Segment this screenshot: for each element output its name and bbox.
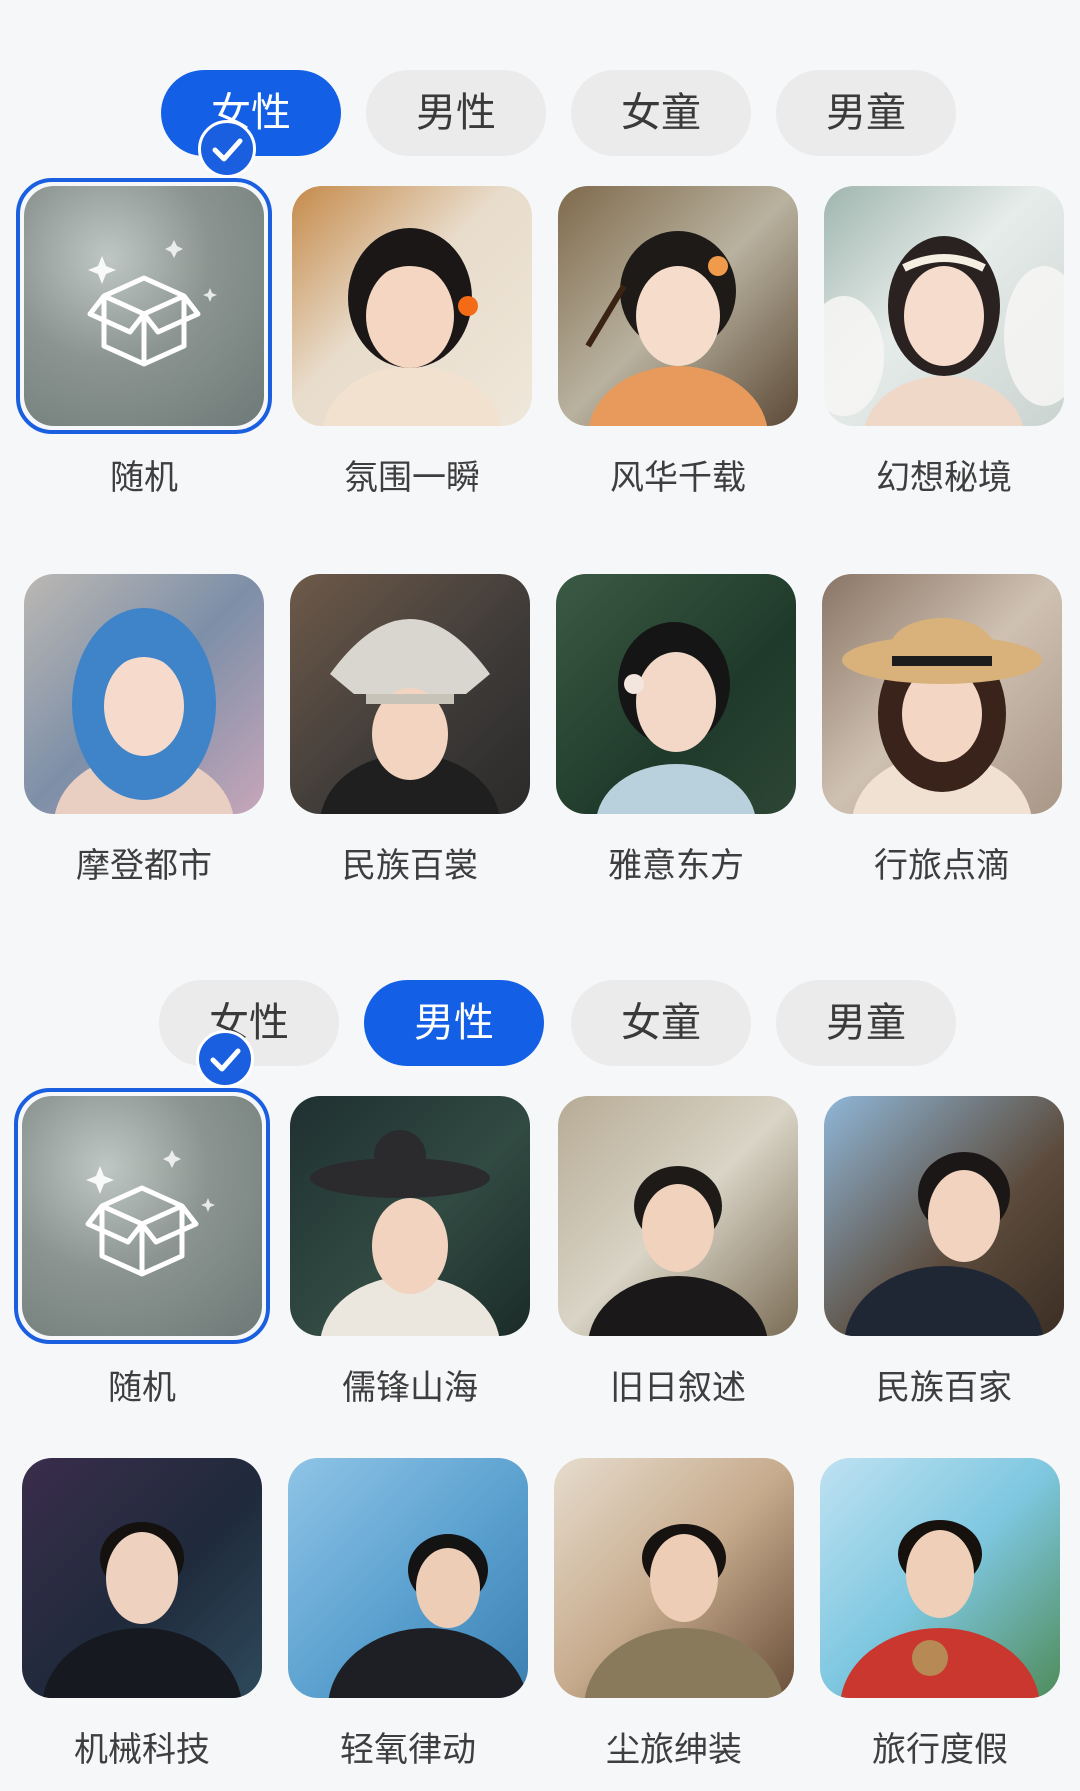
- style-label: 氛围一瞬: [344, 458, 480, 498]
- gender-tabs: 女性 男性 女童 男童: [0, 980, 1080, 1066]
- selected-frame: [14, 1088, 270, 1344]
- style-thumbnail: [554, 1458, 794, 1698]
- style-thumbnail: [558, 1096, 798, 1336]
- style-label: 随机: [110, 458, 178, 498]
- style-label: 民族百家: [876, 1368, 1012, 1408]
- style-thumbnail: [290, 574, 530, 814]
- style-label: 尘旅绅装: [606, 1730, 742, 1770]
- tab-male[interactable]: 男性: [364, 980, 544, 1066]
- tab-boy[interactable]: 男童: [776, 70, 956, 156]
- style-label: 儒锋山海: [342, 1368, 478, 1408]
- style-label: 摩登都市: [76, 846, 212, 886]
- style-label: 幻想秘境: [876, 458, 1012, 498]
- tab-girl[interactable]: 女童: [571, 980, 751, 1066]
- style-thumbnail: [824, 186, 1064, 426]
- style-label: 风华千载: [610, 458, 746, 498]
- style-thumbnail: [558, 186, 798, 426]
- tab-male[interactable]: 男性: [366, 70, 546, 156]
- female-style-section: 女性 男性 女童 男童 随机 氛围一瞬 风华千载 幻想秘境 摩登都市 民族百裳 …: [0, 0, 1080, 900]
- style-thumbnail: [292, 186, 532, 426]
- style-thumbnail: [24, 574, 264, 814]
- style-label: 旧日叙述: [610, 1368, 746, 1408]
- gender-tabs: 女性 男性 女童 男童: [0, 70, 1080, 156]
- style-label: 民族百裳: [342, 846, 478, 886]
- style-thumbnail: [288, 1458, 528, 1698]
- style-label: 随机: [108, 1368, 176, 1408]
- style-thumbnail: [822, 574, 1062, 814]
- style-thumbnail: [22, 1458, 262, 1698]
- checkmark-icon: [198, 120, 256, 178]
- style-thumbnail: [556, 574, 796, 814]
- style-label: 机械科技: [74, 1730, 210, 1770]
- style-label: 旅行度假: [872, 1730, 1008, 1770]
- tab-girl[interactable]: 女童: [571, 70, 751, 156]
- style-label: 行旅点滴: [874, 846, 1010, 886]
- male-style-section: 女性 男性 女童 男童 随机 儒锋山海 旧日叙述 民族百家 机械科技 轻氧律动 …: [0, 900, 1080, 1791]
- checkmark-icon: [196, 1030, 254, 1088]
- selected-frame: [16, 178, 272, 434]
- tab-boy[interactable]: 男童: [776, 980, 956, 1066]
- style-thumbnail: [290, 1096, 530, 1336]
- style-thumbnail: [820, 1458, 1060, 1698]
- style-thumbnail: [824, 1096, 1064, 1336]
- style-label: 雅意东方: [608, 846, 744, 886]
- style-label: 轻氧律动: [340, 1730, 476, 1770]
